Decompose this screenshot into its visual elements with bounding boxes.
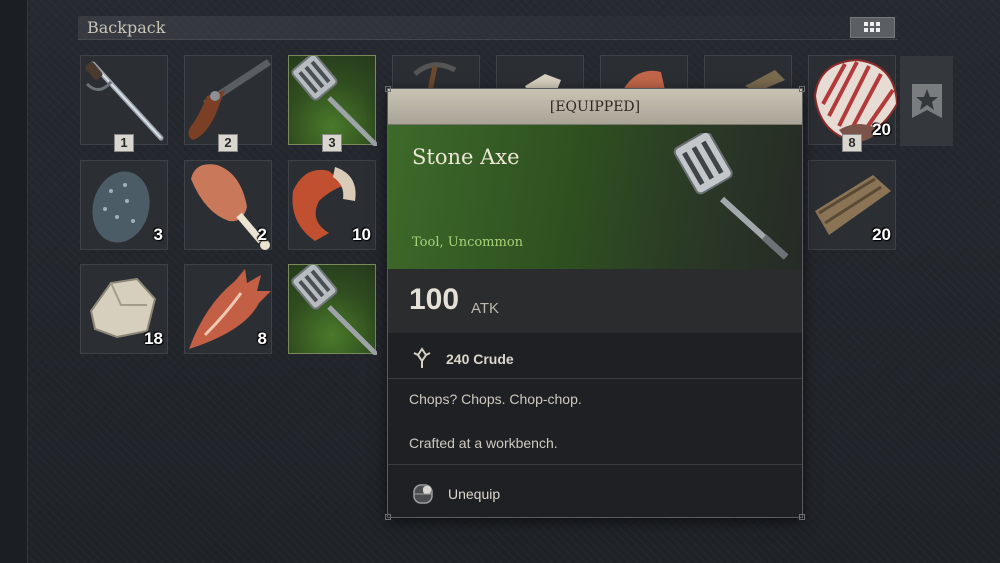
- item-quantity: 2: [257, 225, 267, 244]
- side-rail: [0, 0, 28, 563]
- inventory-slot-15[interactable]: [288, 264, 377, 355]
- crude-icon: [413, 347, 431, 368]
- item-crafting-note: Crafted at a workbench.: [409, 435, 558, 451]
- inventory-slot-10[interactable]: 2: [184, 160, 272, 250]
- inventory-slot-12[interactable]: 20: [808, 160, 896, 250]
- frame-corner: [385, 86, 391, 92]
- inventory-slot-13[interactable]: 18: [80, 264, 168, 354]
- grid-view-toggle[interactable]: [850, 17, 895, 38]
- spatula-icon: [673, 133, 789, 260]
- unequip-label: Unequip: [448, 486, 501, 502]
- equipped-banner: [EQUIPPED]: [388, 89, 802, 125]
- frame-corner: [799, 514, 805, 520]
- hotkey-badge: 2: [218, 134, 238, 152]
- item-type: Tool, Uncommon: [412, 235, 524, 250]
- spatula-icon: [291, 265, 377, 355]
- unequip-action[interactable]: Unequip: [412, 483, 500, 505]
- item-quantity: 3: [153, 225, 163, 244]
- favorite-button[interactable]: [900, 56, 953, 146]
- inventory-slot-3[interactable]: 3: [288, 55, 377, 152]
- spatula-icon: [291, 56, 377, 146]
- crude-cost-text: 240 Crude: [446, 351, 514, 367]
- inventory-slot-11[interactable]: 10: [288, 160, 376, 250]
- divider: [388, 464, 802, 465]
- backpack-header: Backpack: [78, 16, 898, 40]
- pistol-icon: [188, 59, 271, 140]
- inventory-slot-8[interactable]: 20 8: [808, 55, 897, 152]
- item-quantity: 20: [872, 120, 891, 139]
- star-icon: [911, 84, 942, 118]
- backpack-title: Backpack: [87, 18, 166, 37]
- inventory-slot-14[interactable]: 8: [184, 264, 272, 354]
- inventory-slot-1[interactable]: 1: [80, 55, 168, 152]
- item-quantity: 20: [872, 225, 891, 244]
- item-description: Chops? Chops. Chop-chop.: [409, 391, 582, 407]
- item-quantity: 8: [257, 329, 267, 348]
- grid-icon: [863, 22, 880, 32]
- item-quantity: 18: [144, 329, 163, 348]
- frame-corner: [799, 86, 805, 92]
- mouse-icon: [413, 484, 433, 504]
- crude-cost: 240 Crude: [388, 341, 802, 379]
- attack-unit: ATK: [471, 300, 500, 317]
- item-quantity: 10: [352, 225, 371, 244]
- item-tooltip: [EQUIPPED] Stone Axe Tool, Uncommon 100 …: [385, 86, 805, 520]
- attack-value: 100: [409, 283, 460, 316]
- inventory-slot-2[interactable]: 2: [184, 55, 272, 152]
- tooltip-header: Stone Axe Tool, Uncommon: [388, 125, 802, 269]
- attack-stat: 100 ATK: [388, 269, 802, 333]
- hotkey-badge: 1: [114, 134, 134, 152]
- inventory-slot-9[interactable]: 3: [80, 160, 168, 250]
- hotkey-badge: 3: [322, 134, 342, 152]
- frame-corner: [385, 514, 391, 520]
- sword-icon: [85, 61, 164, 141]
- item-name: Stone Axe: [412, 145, 520, 169]
- hotkey-badge: 8: [842, 134, 862, 152]
